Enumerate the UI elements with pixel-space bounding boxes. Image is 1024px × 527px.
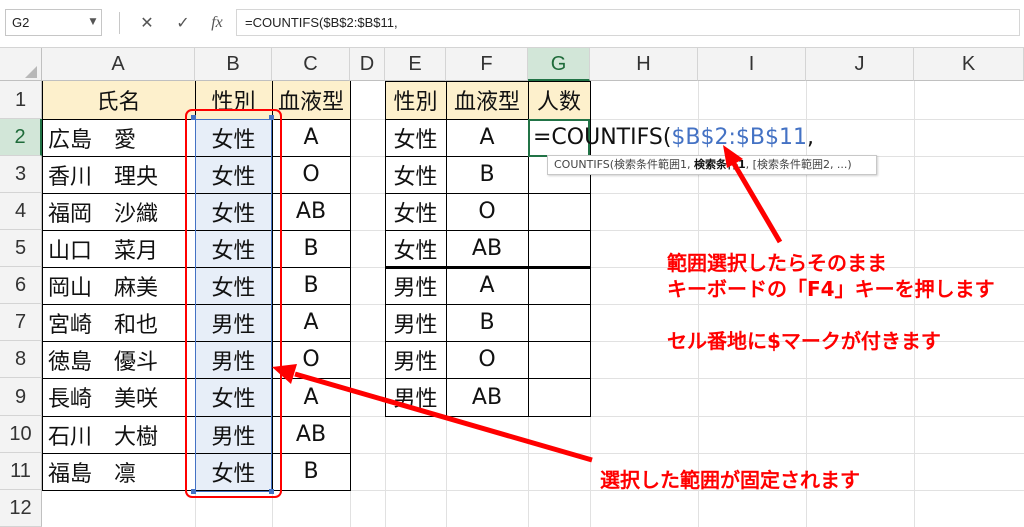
annotation-arrows bbox=[272, 145, 783, 463]
arrow-to-formula-line bbox=[730, 160, 783, 244]
arrow-to-formula-head bbox=[723, 145, 743, 168]
arrow-to-range-head bbox=[272, 364, 297, 384]
arrow-to-range-line bbox=[294, 371, 593, 463]
